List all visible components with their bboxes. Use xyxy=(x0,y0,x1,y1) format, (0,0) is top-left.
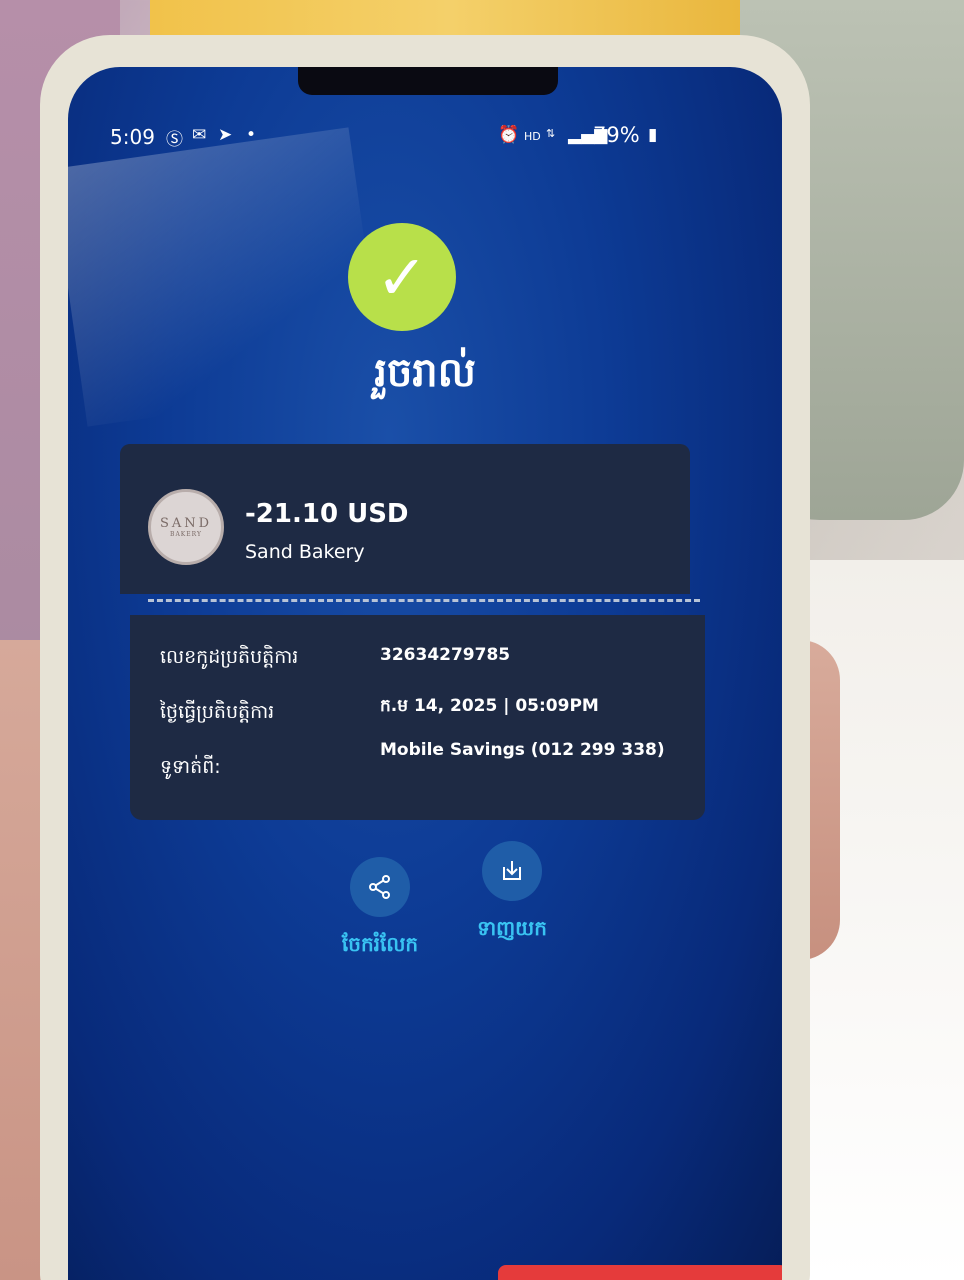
phone-device: 5:09 Ⓢ ✉ ➤ • ⏰ HD ⇅ ▂▄▆ 79% ▮ ✓ រួចរាល់ … xyxy=(40,35,810,1280)
transaction-id-label: លេខកូដប្រតិបត្តិការ xyxy=(160,646,299,668)
transaction-id-value: 32634279785 xyxy=(380,645,511,665)
battery-percent: 79% xyxy=(593,123,640,147)
dot-icon: • xyxy=(246,125,257,145)
merchant-logo-text: SAND xyxy=(159,516,213,531)
mail-icon: ✉ xyxy=(192,125,207,145)
download-button[interactable] xyxy=(482,841,542,901)
details-card: លេខកូដប្រតិបត្តិការ 32634279785 ថ្ងៃធ្វើ… xyxy=(130,615,705,820)
download-action[interactable]: ទាញយក xyxy=(452,841,572,945)
merchant-logo-subtext: BAKERY xyxy=(170,531,202,538)
success-title: រួចរាល់ xyxy=(374,350,476,396)
transaction-date-value: ក.ម 14, 2025 | 05:09PM xyxy=(380,696,599,716)
app-notification-icon: Ⓢ xyxy=(166,130,183,150)
telegram-icon: ➤ xyxy=(218,125,233,145)
share-button[interactable] xyxy=(350,857,410,917)
paid-from-label: ទូទាត់ពី: xyxy=(160,756,221,778)
status-bar: 5:09 Ⓢ ✉ ➤ • ⏰ HD ⇅ ▂▄▆ 79% ▮ xyxy=(68,67,782,150)
share-action[interactable]: ចែករំលែក xyxy=(320,857,440,961)
paid-from-value: Mobile Savings (012 299 338) xyxy=(380,740,665,760)
download-label: ទាញយក xyxy=(477,916,547,940)
battery-icon: ▮ xyxy=(648,125,658,145)
transaction-date-label: ថ្ងៃធ្វើប្រតិបត្តិការ xyxy=(160,701,275,723)
hd-icon: HD xyxy=(524,130,541,143)
success-check-icon: ✓ xyxy=(348,223,456,331)
bottom-action-bar[interactable] xyxy=(498,1265,782,1280)
share-icon xyxy=(369,875,390,899)
card-divider xyxy=(148,599,700,602)
merchant-logo: SAND BAKERY xyxy=(148,489,224,565)
share-label: ចែករំលែក xyxy=(341,932,419,956)
merchant-name: Sand Bakery xyxy=(245,541,365,563)
transaction-amount: -21.10 USD xyxy=(245,499,409,529)
merchant-card: SAND BAKERY -21.10 USD Sand Bakery xyxy=(120,444,690,594)
phone-screen: 5:09 Ⓢ ✉ ➤ • ⏰ HD ⇅ ▂▄▆ 79% ▮ ✓ រួចរាល់ … xyxy=(68,67,782,1280)
alarm-icon: ⏰ xyxy=(498,125,520,145)
status-time: 5:09 xyxy=(110,125,155,149)
download-icon xyxy=(503,861,521,880)
network-4g-icon: ⇅ xyxy=(546,127,556,140)
